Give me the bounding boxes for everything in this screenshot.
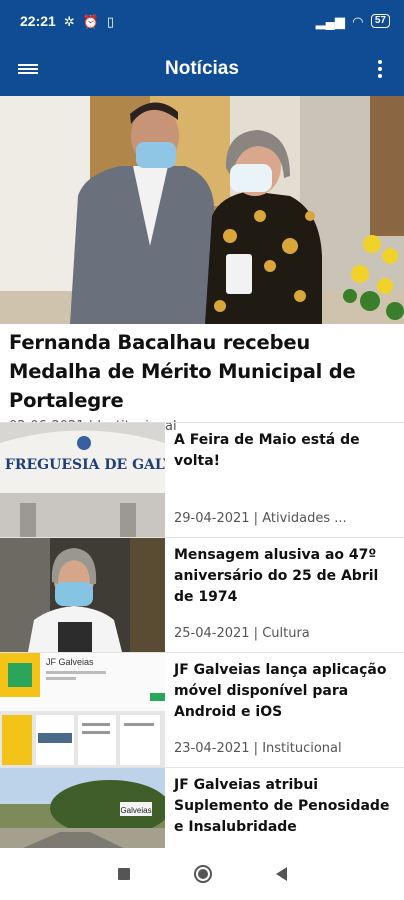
wifi-icon: ◠ (352, 13, 363, 29)
featured-article[interactable]: Fernanda Bacalhau recebeu Medalha de Mér… (0, 96, 404, 434)
recents-icon[interactable] (117, 868, 130, 880)
article-list: TA DE FREGUESIA DE GALVEIAS A Feira de M… (0, 422, 404, 882)
featured-title: Fernanda Bacalhau recebeu Medalha de Mér… (9, 331, 356, 412)
alarm-icon: ⏰ (82, 13, 99, 29)
home-icon[interactable] (193, 865, 212, 883)
back-icon[interactable] (275, 867, 287, 881)
battery-icon: 57 (370, 14, 390, 28)
signal-icon: ▂▄▆ (315, 13, 345, 29)
app-bar: Notícias (0, 42, 404, 96)
status-bar: 22:21 ✲ ⏰ ▯ ▂▄▆ ◠ 57 (0, 0, 404, 42)
article-thumbnail: TA DE FREGUESIA DE GALVEIAS (0, 423, 165, 537)
thumb-text: TA DE FREGUESIA DE GALVEIAS (0, 457, 165, 473)
more-vert-icon[interactable] (356, 42, 404, 96)
system-nav-bar (0, 848, 404, 900)
article-meta: 25-04-2021 | Cultura (174, 626, 310, 641)
article-meta: 29-04-2021 | Atividades ... (174, 511, 347, 526)
page-title: Notícias (165, 58, 239, 79)
featured-image (0, 96, 404, 324)
hamburger-menu-icon[interactable] (0, 42, 56, 96)
article-title: A Feira de Maio está de volta! (174, 432, 360, 469)
list-item[interactable]: JF Galveias JF Galveias lança aplicação … (0, 652, 404, 767)
list-item[interactable]: TA DE FREGUESIA DE GALVEIAS A Feira de M… (0, 422, 404, 537)
article-meta: 23-04-2021 | Institucional (174, 741, 342, 756)
list-item[interactable]: Mensagem alusiva ao 47º aniversário do 2… (0, 537, 404, 652)
sim-icon: ▯ (106, 13, 115, 29)
thumb-text: JF Galveias (46, 657, 94, 667)
article-title: JF Galveias atribui Suplemento de Penosi… (174, 777, 390, 835)
article-thumbnail (0, 538, 165, 652)
article-title: Mensagem alusiva ao 47º aniversário do 2… (174, 547, 379, 605)
notification-muted-icon: ✲ (63, 13, 75, 29)
article-title: JF Galveias lança aplicação móvel dispon… (174, 662, 387, 720)
article-thumbnail: JF Galveias (0, 653, 165, 767)
thumb-text: Galveias (120, 806, 151, 815)
status-time: 22:21 (20, 13, 56, 29)
